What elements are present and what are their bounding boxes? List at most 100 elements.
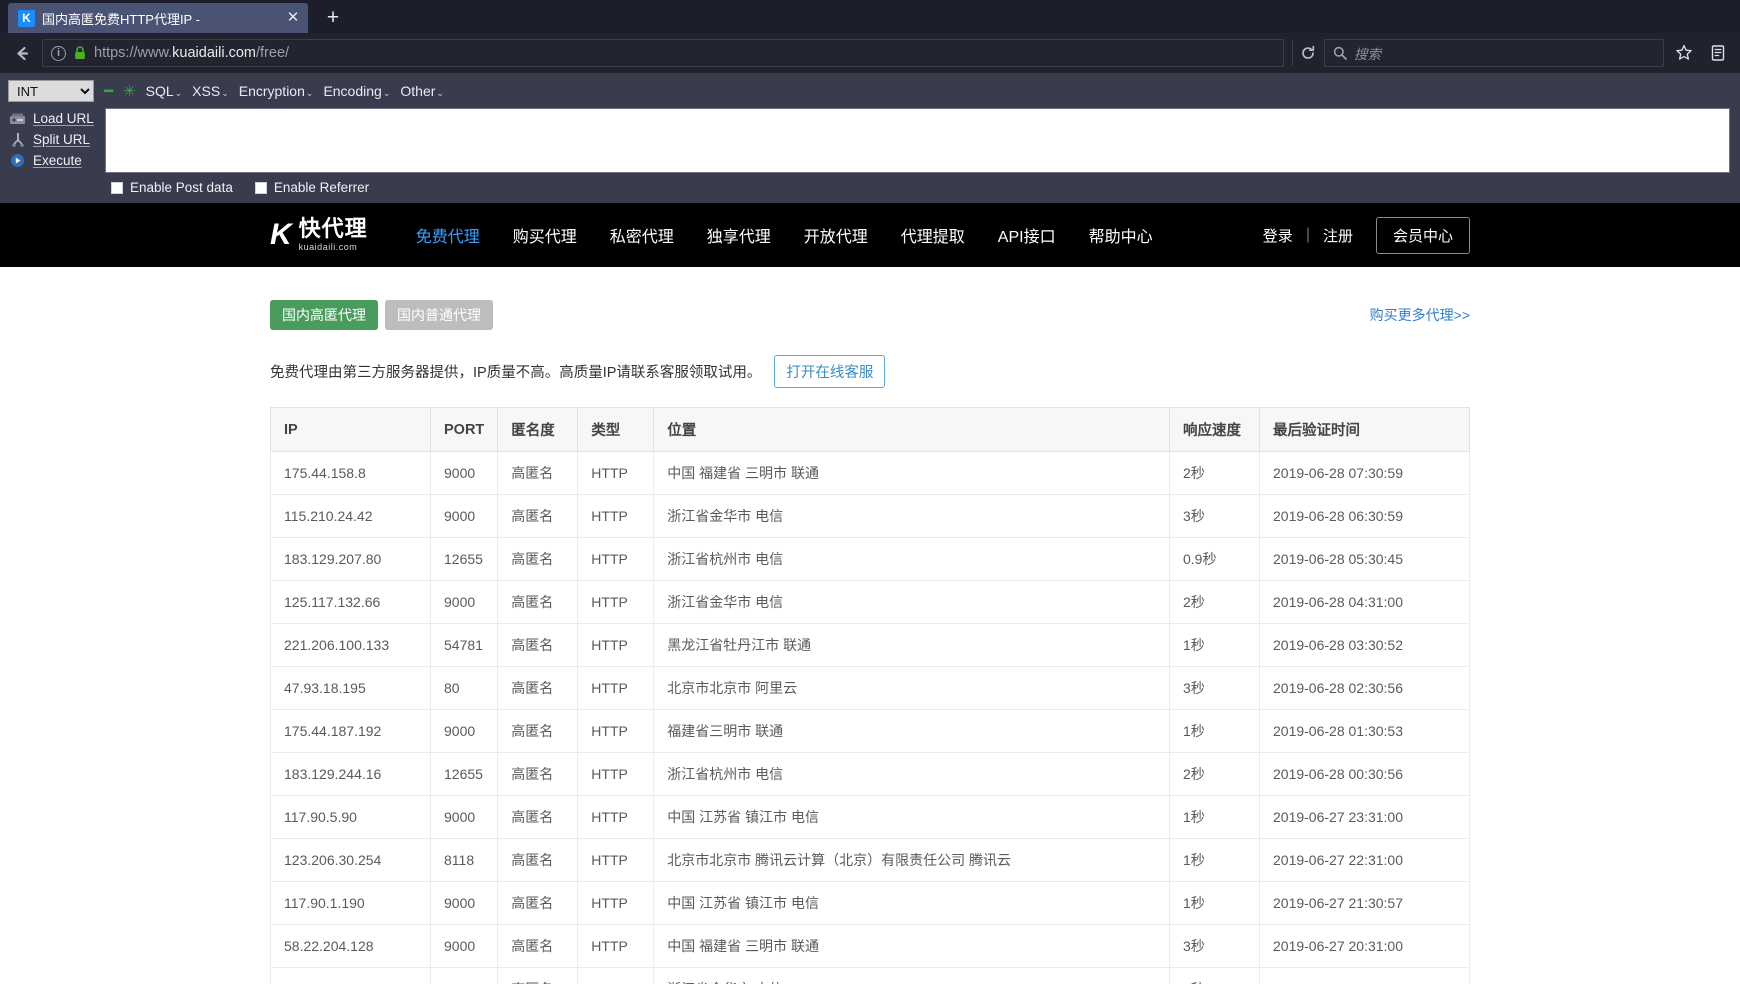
close-icon[interactable]: ✕: [284, 9, 302, 27]
cell-location: 中国 福建省 三明市 联通: [653, 451, 1170, 495]
member-center-button[interactable]: 会员中心: [1375, 216, 1470, 254]
hackbar-toolbar: INTSTRINGHEX ━ ✳ SQL⌄ XSS⌄ Encryption⌄ E…: [0, 73, 1740, 203]
cell-anon: 高匿名: [497, 967, 579, 984]
cell-port: 9000: [429, 924, 499, 968]
enable-post-data-checkbox[interactable]: Enable Post data: [111, 180, 233, 195]
table-row: 221.206.100.133 54781 高匿名 HTTP 黑龙江省牡丹江市 联通 1秒…: [270, 623, 1470, 667]
menu-other[interactable]: Other⌄: [400, 83, 444, 99]
site-navigation: 免费代理 购买代理 私密代理 独享代理 开放代理 代理提取 API接口 帮助中心: [416, 223, 1153, 247]
chevron-down-icon: ⌄: [436, 88, 444, 98]
library-icon[interactable]: [1704, 39, 1732, 67]
nav-item-proxy-extract[interactable]: 代理提取: [901, 223, 965, 247]
cell-location: 福建省三明市 联通: [653, 709, 1170, 753]
table-row: 183.129.244.16 12655 高匿名 HTTP 浙江省杭州市 电信 2秒 201…: [270, 752, 1470, 796]
cell-anon: 高匿名: [497, 494, 579, 538]
menu-encoding[interactable]: Encoding⌄: [323, 83, 390, 99]
cell-speed: 3秒: [1169, 924, 1260, 968]
cell-last-verified: 2019-06-28 06:30:59: [1259, 494, 1470, 538]
url-text: https://www.kuaidaili.com/free/: [94, 45, 1275, 61]
execute-button[interactable]: Execute: [8, 150, 103, 171]
split-url-button[interactable]: Split URL: [8, 129, 103, 150]
nav-item-private-proxy[interactable]: 私密代理: [610, 223, 674, 247]
back-arrow-icon[interactable]: [8, 39, 36, 67]
star-icon[interactable]: [1670, 39, 1698, 67]
column-header-ip: IP: [270, 407, 431, 452]
cell-port: 9000: [429, 451, 499, 495]
cell-ip: 183.129.244.16: [270, 752, 431, 796]
info-icon[interactable]: i: [51, 45, 66, 61]
table-row: 175.44.158.8 9000 高匿名 HTTP 中国 福建省 三明市 联通 2秒 20…: [270, 451, 1470, 495]
browser-tab[interactable]: K 国内高匿免费HTTP代理IP - ✕: [8, 3, 308, 33]
table-row: 183.129.207.80 12655 高匿名 HTTP 浙江省杭州市 电信 0.9秒 2…: [270, 537, 1470, 581]
search-bar[interactable]: 搜索: [1324, 39, 1664, 67]
site-account-area: 登录 | 注册 会员中心: [1263, 216, 1470, 254]
tab-strip: K 国内高匿免费HTTP代理IP - ✕ +: [0, 0, 1740, 33]
proxy-type-tabs: 国内高匿代理 国内普通代理 购买更多代理>>: [270, 300, 1470, 330]
site-header: K 快代理 kuaidaili.com 免费代理 购买代理 私密代理 独享代理 …: [0, 203, 1740, 267]
menu-sql[interactable]: SQL⌄: [146, 83, 183, 99]
hackbar-type-select[interactable]: INTSTRINGHEX: [8, 80, 94, 102]
url-bar[interactable]: i https://www.kuaidaili.com/free/: [42, 39, 1284, 67]
browser-window: K 国内高匿免费HTTP代理IP - ✕ + i https://www.kua…: [0, 0, 1740, 203]
table-row: 115.210.24.42 9000 高匿名 HTTP 浙江省金华市 电信 3秒 2019-…: [270, 494, 1470, 538]
buy-more-proxy-link[interactable]: 购买更多代理>>: [1370, 305, 1470, 325]
nav-item-api[interactable]: API接口: [998, 223, 1056, 247]
checkbox-box[interactable]: [111, 181, 123, 194]
nav-item-buy-proxy[interactable]: 购买代理: [513, 223, 577, 247]
hackbar-body: Load URL Split URL Execute: [8, 108, 1732, 173]
nav-item-exclusive-proxy[interactable]: 独享代理: [707, 223, 771, 247]
cell-anon: 高匿名: [497, 623, 579, 667]
tab-high-anon-proxy[interactable]: 国内高匿代理: [270, 300, 378, 330]
url-path: /free/: [256, 45, 290, 61]
table-header-row: IP PORT 匿名度 类型 位置 响应速度 最后验证时间: [270, 407, 1470, 452]
menu-encryption[interactable]: Encryption⌄: [239, 83, 314, 99]
notice-text: 免费代理由第三方服务器提供，IP质量不高。高质量IP请联系客服领取试用。: [270, 365, 762, 381]
search-input[interactable]: 搜索: [1354, 43, 1381, 63]
tab-normal-proxy[interactable]: 国内普通代理: [385, 300, 493, 330]
table-row: 117.90.5.90 9000 高匿名 HTTP 中国 江苏省 镇江市 电信 1秒 201…: [270, 795, 1470, 839]
search-icon: [1333, 46, 1347, 60]
site-logo[interactable]: K 快代理 kuaidaili.com: [270, 218, 368, 252]
chevron-down-icon: ⌄: [382, 88, 391, 98]
logo-name: 快代理: [298, 216, 368, 241]
nav-item-free-proxy[interactable]: 免费代理: [416, 223, 480, 247]
cell-ip: 183.129.207.80: [270, 537, 431, 581]
nav-item-open-proxy[interactable]: 开放代理: [804, 223, 868, 247]
reload-icon[interactable]: [1292, 40, 1318, 66]
table-row: 47.93.18.195 80 高匿名 HTTP 北京市北京市 阿里云 3秒 2019-06…: [270, 666, 1470, 710]
menu-encoding-label: Encoding: [323, 83, 382, 99]
column-header-anon: 匿名度: [497, 407, 579, 452]
cell-last-verified: 2019-06-28 01:30:53: [1259, 709, 1470, 753]
menu-xss[interactable]: XSS⌄: [192, 83, 229, 99]
checkbox-box[interactable]: [254, 181, 267, 194]
hackbar-url-textarea[interactable]: [105, 108, 1730, 173]
cell-port: 9000: [429, 494, 499, 538]
minus-icon[interactable]: ━: [104, 82, 113, 100]
nav-item-help-center[interactable]: 帮助中心: [1089, 223, 1153, 247]
execute-label: Execute: [33, 153, 82, 168]
login-link[interactable]: 登录: [1263, 225, 1293, 246]
split-url-icon: [8, 131, 27, 148]
logo-domain: kuaidaili.com: [298, 242, 358, 252]
column-header-location: 位置: [653, 407, 1170, 452]
open-online-support-button[interactable]: 打开在线客服: [774, 355, 886, 388]
table-row: 117.90.1.190 9000 高匿名 HTTP 中国 江苏省 镇江市 电信 1秒 20…: [270, 881, 1470, 925]
cell-speed: 1秒: [1169, 967, 1260, 984]
enable-referrer-checkbox[interactable]: Enable Referrer: [254, 180, 369, 195]
cell-location: 黑龙江省牡丹江市 联通: [653, 623, 1170, 667]
cell-anon: 高匿名: [497, 580, 579, 624]
load-url-button[interactable]: Load URL: [8, 108, 103, 129]
cell-anon: 高匿名: [497, 666, 579, 710]
cell-speed: 3秒: [1169, 494, 1260, 538]
cell-port: 9000: [429, 881, 499, 925]
register-link[interactable]: 注册: [1323, 225, 1353, 246]
cell-location: 中国 福建省 三明市 联通: [653, 924, 1170, 968]
cell-anon: 高匿名: [497, 752, 579, 796]
asterisk-icon[interactable]: ✳: [123, 82, 136, 100]
cell-ip: 125.117.132.66: [270, 580, 431, 624]
new-tab-button[interactable]: +: [318, 5, 348, 33]
cell-ip: 175.44.187.192: [270, 709, 431, 753]
cell-location: 中国 江苏省 镇江市 电信: [653, 881, 1170, 925]
cell-type: HTTP: [577, 838, 655, 882]
cell-port: 9000: [429, 967, 499, 984]
